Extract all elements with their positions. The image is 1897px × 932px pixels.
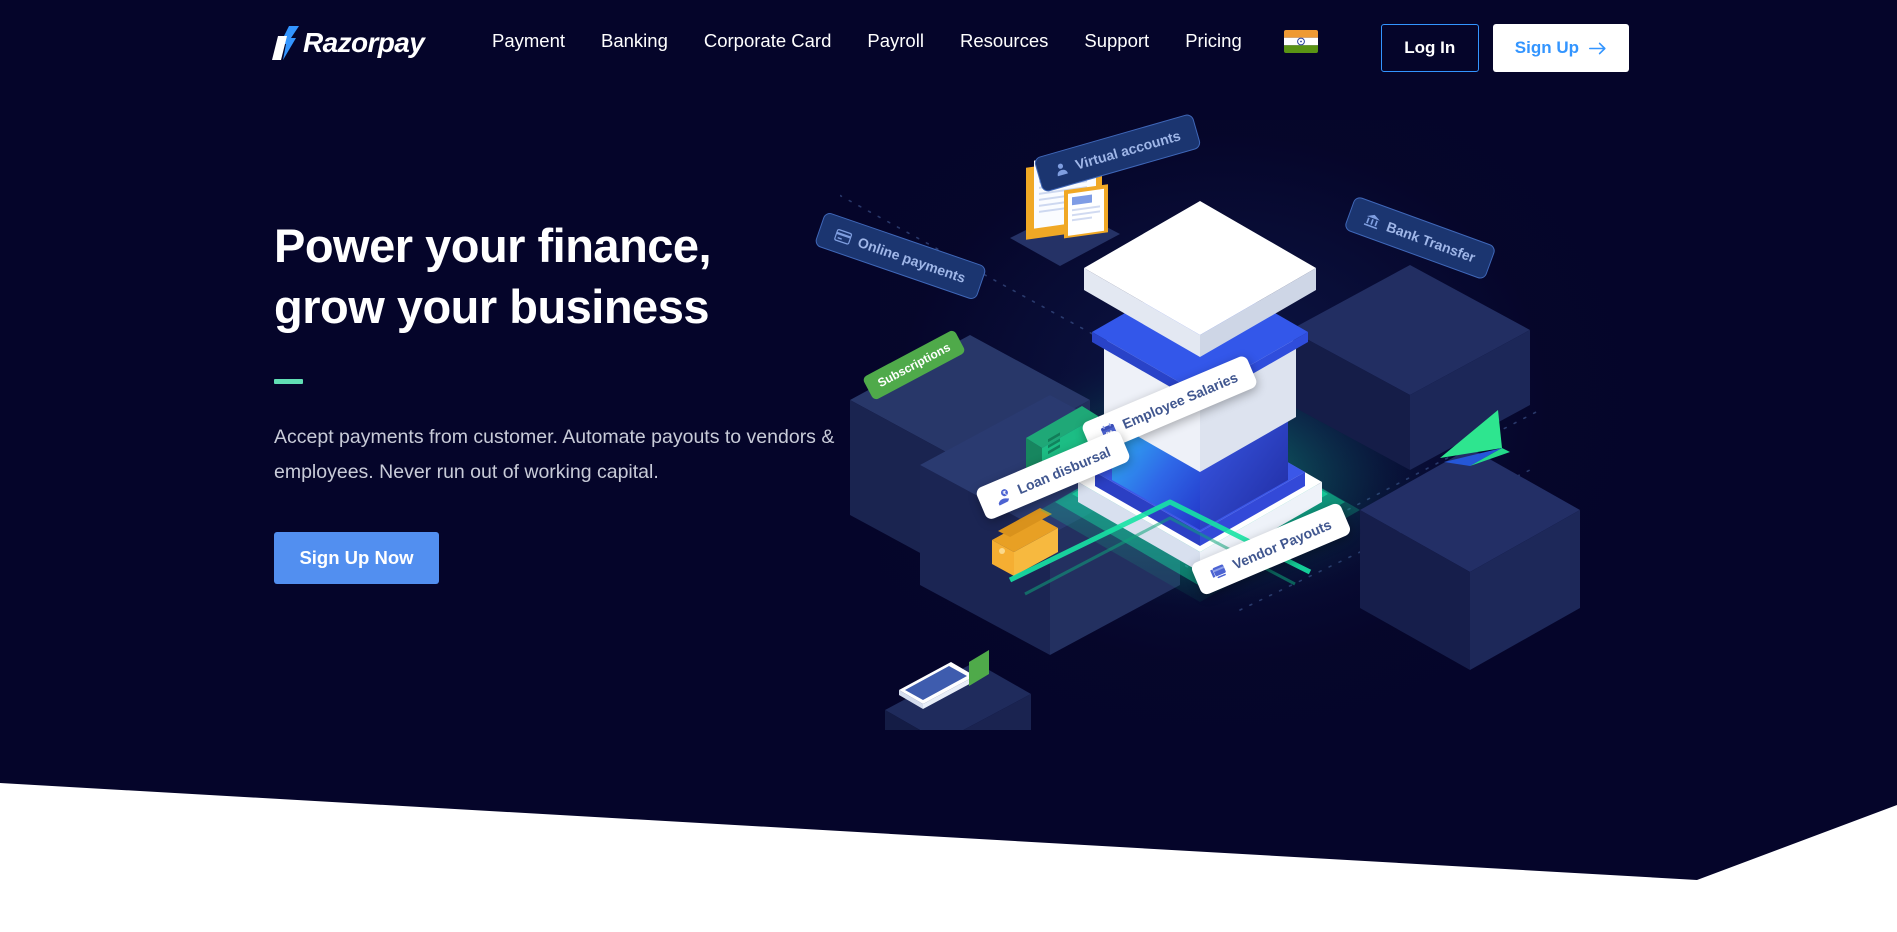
nav-action-buttons: Log In Sign Up bbox=[1380, 24, 1629, 72]
nav-item-support[interactable]: Support bbox=[1066, 31, 1167, 51]
log-in-button[interactable]: Log In bbox=[1380, 24, 1479, 72]
razorpay-logo-icon bbox=[272, 26, 299, 60]
nav-item-corporate-card[interactable]: Corporate Card bbox=[686, 31, 850, 51]
hero-illustration: Virtual accounts Online payments Bank Tr… bbox=[813, 110, 1660, 730]
arrow-right-icon bbox=[1589, 42, 1606, 54]
sign-up-button[interactable]: Sign Up bbox=[1492, 24, 1629, 72]
accent-divider bbox=[274, 379, 303, 384]
hero-section: Virtual accounts Online payments Bank Tr… bbox=[0, 0, 1897, 880]
hero-title-line-1: Power your finance, bbox=[274, 219, 712, 272]
india-flag-icon[interactable] bbox=[1283, 29, 1318, 53]
sign-up-button-label: Sign Up bbox=[1514, 38, 1579, 57]
top-navigation-bar: Razorpay Payment Banking Corporate Card … bbox=[0, 0, 1897, 82]
nav-item-banking[interactable]: Banking bbox=[583, 31, 686, 51]
nav-item-payroll[interactable]: Payroll bbox=[849, 31, 942, 51]
nav-item-pricing[interactable]: Pricing bbox=[1167, 31, 1260, 51]
hero-title-line-2: grow your business bbox=[274, 280, 709, 333]
razorpay-logo-text: Razorpay bbox=[303, 27, 425, 58]
main-nav-links: Payment Banking Corporate Card Payroll R… bbox=[492, 0, 1318, 82]
nav-item-payment[interactable]: Payment bbox=[492, 31, 583, 51]
page-title: Power your finance, grow your business bbox=[274, 215, 894, 337]
landing-page: Virtual accounts Online payments Bank Tr… bbox=[0, 0, 1897, 932]
nav-item-resources[interactable]: Resources bbox=[942, 31, 1066, 51]
hero-content: Power your finance, grow your business A… bbox=[274, 215, 894, 584]
hero-subtitle: Accept payments from customer. Automate … bbox=[274, 426, 835, 483]
sign-up-now-button[interactable]: Sign Up Now bbox=[274, 532, 439, 584]
razorpay-logo[interactable]: Razorpay bbox=[272, 26, 425, 60]
